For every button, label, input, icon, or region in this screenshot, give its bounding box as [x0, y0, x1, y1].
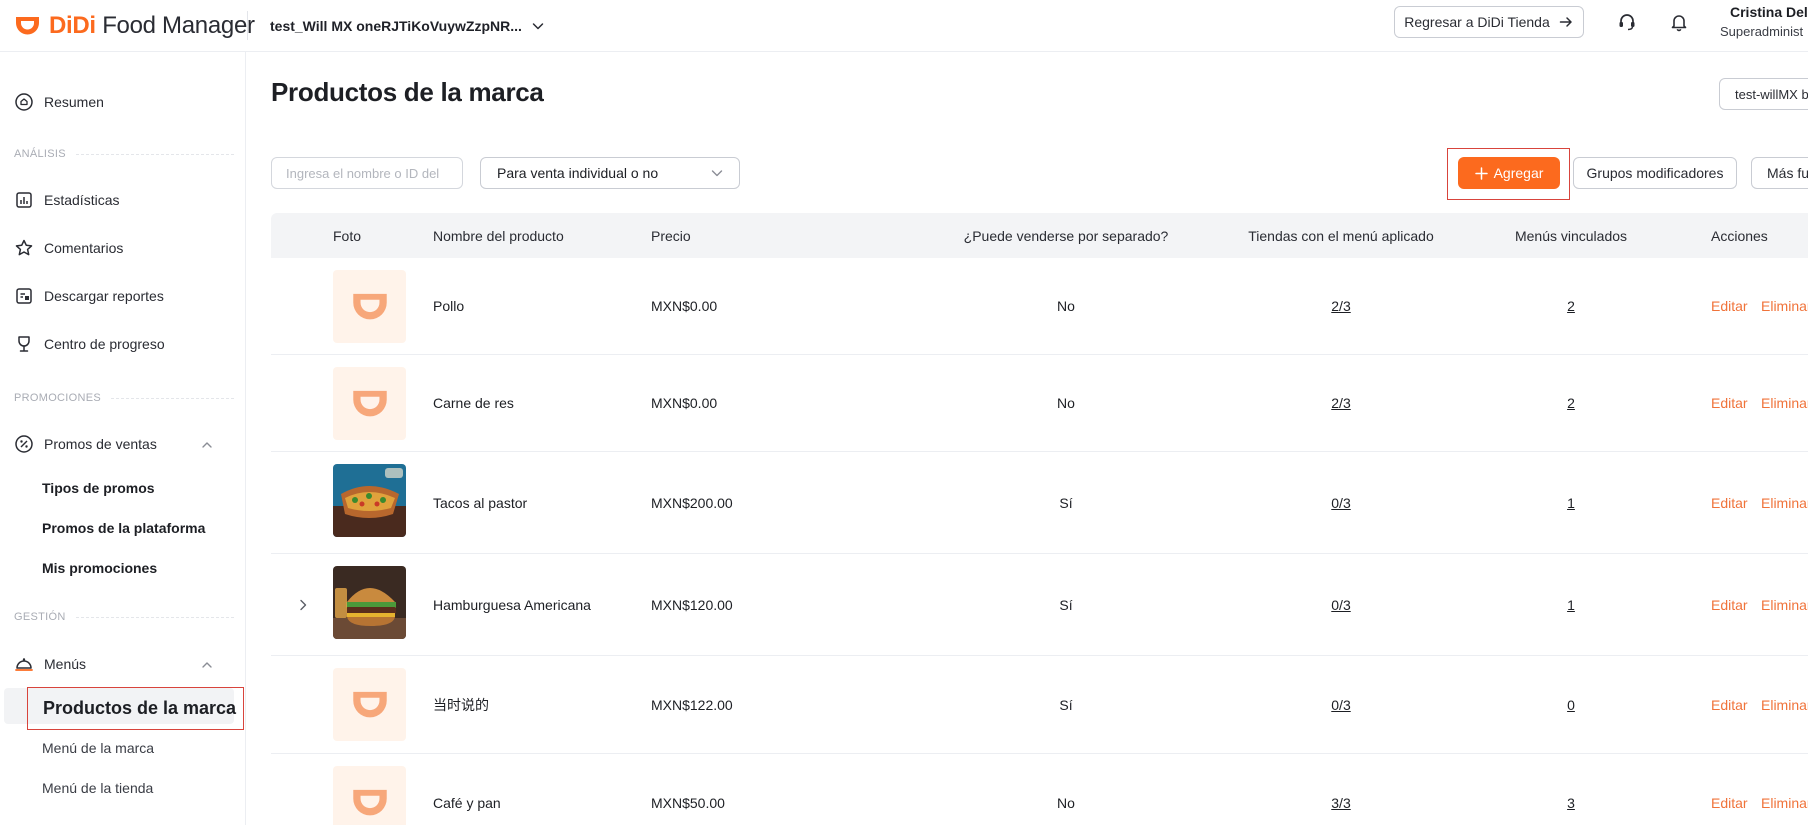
add-product-button[interactable]: Agregar — [1458, 157, 1560, 189]
more-functions-button[interactable]: Más fun — [1751, 157, 1808, 189]
return-button-label: Regresar a DiDi Tienda — [1404, 14, 1550, 30]
sidebar-item-label: Resumen — [44, 94, 104, 110]
section-label-promotions: PROMOCIONES — [14, 392, 234, 404]
sidebar-item-progress[interactable]: Centro de progreso — [14, 329, 165, 359]
user-role: Superadminist — [1720, 24, 1804, 39]
document-download-icon — [16, 288, 32, 304]
sidebar-item-label: Promos de ventas — [44, 436, 157, 452]
table-row: Café y pan MXN$50.00 No 3/3 3 Editar Eli… — [271, 754, 1808, 825]
chevron-down-icon — [532, 23, 544, 30]
table-row: Hamburguesa Americana MXN$120.00 Sí 0/3 … — [271, 554, 1808, 656]
chevron-down-icon — [711, 170, 723, 177]
didi-logo[interactable]: DiDi Food Manager — [14, 8, 255, 44]
delete-button[interactable]: Eliminar — [1761, 597, 1808, 613]
table-row: 当时说的 MXN$122.00 Sí 0/3 0 Editar Eliminar — [271, 656, 1808, 754]
sidebar-item-label: Comentarios — [44, 240, 124, 256]
table-header: Foto Nombre del producto Precio ¿Puede v… — [271, 213, 1808, 258]
sidebar-item-label: Descargar reportes — [44, 288, 164, 304]
trophy-icon — [18, 336, 30, 352]
page-title: Productos de la marca — [271, 77, 544, 107]
add-button-label: Agregar — [1493, 165, 1544, 181]
home-icon — [15, 93, 33, 111]
section-label-analysis: ANÁLISIS — [14, 148, 234, 160]
column-header-menus: Menús vinculados — [1514, 227, 1628, 244]
support-headset-icon[interactable] — [1615, 10, 1639, 34]
sidebar-item-label: Menús — [44, 656, 87, 672]
table-row: Tacos al pastor MXN$200.00 Sí 0/3 1 Edit… — [271, 452, 1808, 554]
chevron-up-icon[interactable] — [200, 438, 214, 452]
sidebar-subitem-brand-products[interactable]: Productos de la marca — [43, 698, 236, 719]
return-to-store-button[interactable]: Regresar a DiDi Tienda — [1394, 6, 1584, 38]
edit-button[interactable]: Editar — [1711, 298, 1748, 314]
chevron-up-icon[interactable] — [200, 658, 214, 672]
edit-button[interactable]: Editar — [1711, 697, 1748, 713]
section-label-management: GESTIÓN — [14, 611, 234, 623]
table-row: Pollo MXN$0.00 No 2/3 2 Editar Eliminar — [271, 258, 1808, 355]
cloche-icon — [15, 658, 33, 671]
delete-button[interactable]: Eliminar — [1761, 395, 1808, 411]
didi-logo-icon — [16, 17, 39, 35]
modifier-groups-button[interactable]: Grupos modificadores — [1573, 157, 1737, 189]
sidebar-item-stats[interactable]: Estadísticas — [14, 185, 119, 215]
sale-type-filter[interactable]: Para venta individual o no — [480, 157, 740, 189]
column-header-separate: ¿Puede venderse por separado? — [963, 227, 1169, 244]
chart-icon — [16, 192, 32, 208]
sidebar-item-menus[interactable]: Menús — [14, 649, 86, 679]
user-name[interactable]: Cristina Del — [1730, 4, 1808, 20]
top-header: DiDi Food Manager test_Will MX oneRJTiKo… — [0, 0, 1808, 52]
sidebar-subitem-platform-promos[interactable]: Promos de la plataforma — [42, 520, 205, 536]
arrow-right-icon — [1559, 17, 1572, 27]
store-name: test_Will MX oneRJTiKoVuywZzpNR... — [270, 18, 522, 34]
column-header-stores: Tiendas con el menú aplicado — [1248, 227, 1434, 244]
sidebar-subitem-store-menu[interactable]: Menú de la tienda — [42, 780, 153, 796]
discount-icon — [15, 435, 33, 453]
edit-button[interactable]: Editar — [1711, 597, 1748, 613]
delete-button[interactable]: Eliminar — [1761, 495, 1808, 511]
sidebar-subitem-my-promos[interactable]: Mis promociones — [42, 560, 157, 576]
sidebar-subitem-promo-types[interactable]: Tipos de promos — [42, 480, 155, 496]
edit-button[interactable]: Editar — [1711, 395, 1748, 411]
logo-brand-text: DiDi — [49, 12, 96, 39]
sidebar-item-label: Centro de progreso — [44, 336, 165, 352]
bell-icon[interactable] — [1667, 10, 1691, 34]
header-divider — [247, 11, 248, 40]
delete-button[interactable]: Eliminar — [1761, 697, 1808, 713]
sidebar-item-comments[interactable]: Comentarios — [14, 233, 123, 263]
sidebar-subitem-brand-menu[interactable]: Menú de la marca — [42, 740, 154, 756]
sidebar-item-label: Estadísticas — [44, 192, 120, 208]
sidebar-item-reports[interactable]: Descargar reportes — [14, 281, 164, 311]
delete-button[interactable]: Eliminar — [1761, 795, 1808, 811]
column-header-price: Precio — [651, 227, 691, 244]
column-header-photo: Foto — [333, 227, 362, 244]
plus-icon — [1474, 166, 1488, 180]
sidebar-item-summary[interactable]: Resumen — [14, 87, 104, 117]
edit-button[interactable]: Editar — [1711, 495, 1748, 511]
logo-app-text: Food Manager — [102, 12, 255, 39]
column-header-name: Nombre del producto — [433, 227, 564, 244]
column-header-actions: Acciones — [1711, 227, 1768, 244]
search-input[interactable] — [271, 157, 463, 189]
edit-button[interactable]: Editar — [1711, 795, 1748, 811]
sidebar-item-sales-promos[interactable]: Promos de ventas — [14, 429, 157, 459]
star-icon — [15, 239, 33, 256]
table-row: Carne de res MXN$0.00 No 2/3 2 Editar El… — [271, 355, 1808, 452]
delete-button[interactable]: Eliminar — [1761, 298, 1808, 314]
brand-selector[interactable]: test-willMX b — [1719, 78, 1808, 110]
store-selector[interactable]: test_Will MX oneRJTiKoVuywZzpNR... — [270, 11, 546, 41]
sale-filter-value: Para venta individual o no — [497, 165, 659, 181]
